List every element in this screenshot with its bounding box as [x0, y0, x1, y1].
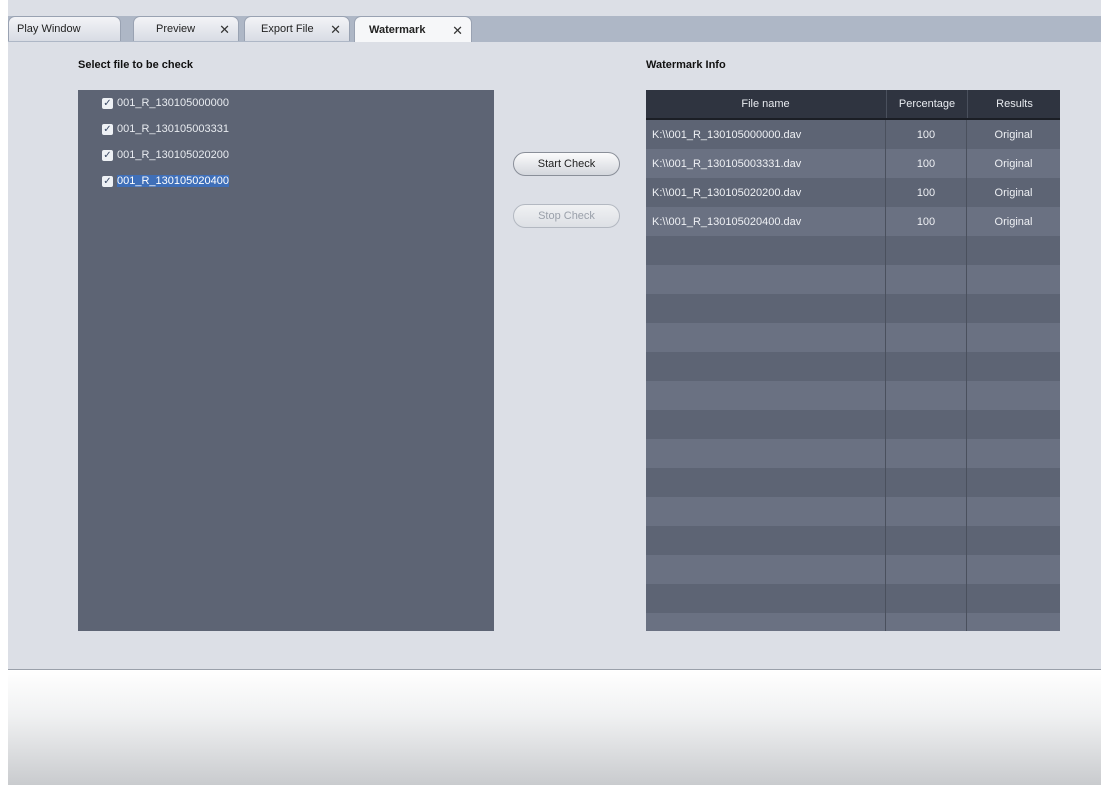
percentage-cell: 100 — [916, 128, 936, 141]
table-row — [646, 468, 1060, 497]
result-cell: Original — [994, 157, 1033, 170]
file-list-item[interactable]: ✓ 001_R_130105003331 — [102, 120, 229, 138]
column-header-file-name[interactable]: File name — [646, 90, 885, 118]
percentage-cell: 100 — [916, 215, 936, 228]
table-row — [646, 381, 1060, 410]
stop-check-button[interactable]: Stop Check — [513, 204, 620, 228]
select-file-title: Select file to be check — [78, 59, 193, 71]
result-cell: Original — [994, 186, 1033, 199]
column-header-percentage[interactable]: Percentage — [886, 90, 967, 118]
file-name-cell: K:\\001_R_130105003331.dav — [652, 157, 802, 170]
tab-watermark[interactable]: Watermark ✕ — [354, 16, 472, 43]
tab-label: Export File — [261, 23, 314, 35]
tab-label: Preview — [156, 23, 196, 35]
table-row[interactable]: K:\\001_R_130105020200.dav 100 Original — [646, 178, 1060, 207]
close-icon[interactable]: ✕ — [219, 23, 230, 36]
table-row — [646, 323, 1060, 352]
file-name: 001_R_130105020400 — [117, 175, 229, 187]
app-window: Play Window Preview ✕ Export File ✕ Wate… — [8, 0, 1101, 785]
file-list-item[interactable]: ✓ 001_R_130105020200 — [102, 146, 229, 164]
file-name-cell: K:\\001_R_130105020400.dav — [652, 215, 802, 228]
file-name-cell: K:\\001_R_130105000000.dav — [652, 128, 802, 141]
table-row — [646, 265, 1060, 294]
tab-play-window[interactable]: Play Window — [8, 16, 121, 41]
tab-export-file[interactable]: Export File ✕ — [244, 16, 350, 41]
column-header-results[interactable]: Results — [967, 90, 1060, 118]
table-row — [646, 526, 1060, 555]
close-icon[interactable]: ✕ — [452, 24, 463, 37]
checkbox-checked-icon[interactable]: ✓ — [102, 175, 113, 187]
table-row[interactable]: K:\\001_R_130105020400.dav 100 Original — [646, 207, 1060, 236]
close-icon[interactable]: ✕ — [330, 23, 341, 36]
watermark-page: Select file to be check ✓ 001_R_13010500… — [8, 42, 1101, 670]
table-row — [646, 410, 1060, 439]
watermark-table: K:\\001_R_130105000000.dav 100 Original … — [646, 90, 1060, 631]
watermark-info-title: Watermark Info — [646, 59, 726, 71]
column-divider — [885, 90, 886, 631]
file-name: 001_R_130105000000 — [117, 97, 229, 109]
bottom-panel — [8, 670, 1101, 785]
start-check-button[interactable]: Start Check — [513, 152, 620, 176]
percentage-cell: 100 — [916, 186, 936, 199]
table-row — [646, 555, 1060, 584]
tab-strip: Play Window Preview ✕ Export File ✕ Wate… — [8, 16, 1101, 43]
table-header: File name Percentage Results — [646, 90, 1060, 120]
file-name: 001_R_130105020200 — [117, 149, 229, 161]
table-row — [646, 236, 1060, 265]
table-row — [646, 613, 1060, 631]
table-row — [646, 294, 1060, 323]
tab-label: Play Window — [17, 23, 81, 35]
checkbox-checked-icon[interactable]: ✓ — [102, 123, 113, 135]
table-row — [646, 439, 1060, 468]
column-divider — [966, 90, 967, 631]
tab-preview[interactable]: Preview ✕ — [133, 16, 239, 41]
result-cell: Original — [994, 215, 1033, 228]
table-row — [646, 584, 1060, 613]
file-name-cell: K:\\001_R_130105020200.dav — [652, 186, 802, 199]
file-list-panel: ✓ 001_R_130105000000 ✓ 001_R_13010500333… — [78, 90, 494, 631]
table-row — [646, 497, 1060, 526]
result-cell: Original — [994, 128, 1033, 141]
table-row[interactable]: K:\\001_R_130105000000.dav 100 Original — [646, 120, 1060, 149]
file-list-item[interactable]: ✓ 001_R_130105000000 — [102, 94, 229, 112]
checkbox-checked-icon[interactable]: ✓ — [102, 149, 113, 161]
table-row[interactable]: K:\\001_R_130105003331.dav 100 Original — [646, 149, 1060, 178]
file-name: 001_R_130105003331 — [117, 123, 229, 135]
file-list-item[interactable]: ✓ 001_R_130105020400 — [102, 172, 229, 190]
tab-label: Watermark — [369, 24, 426, 36]
percentage-cell: 100 — [916, 157, 936, 170]
table-row — [646, 352, 1060, 381]
checkbox-checked-icon[interactable]: ✓ — [102, 97, 113, 109]
